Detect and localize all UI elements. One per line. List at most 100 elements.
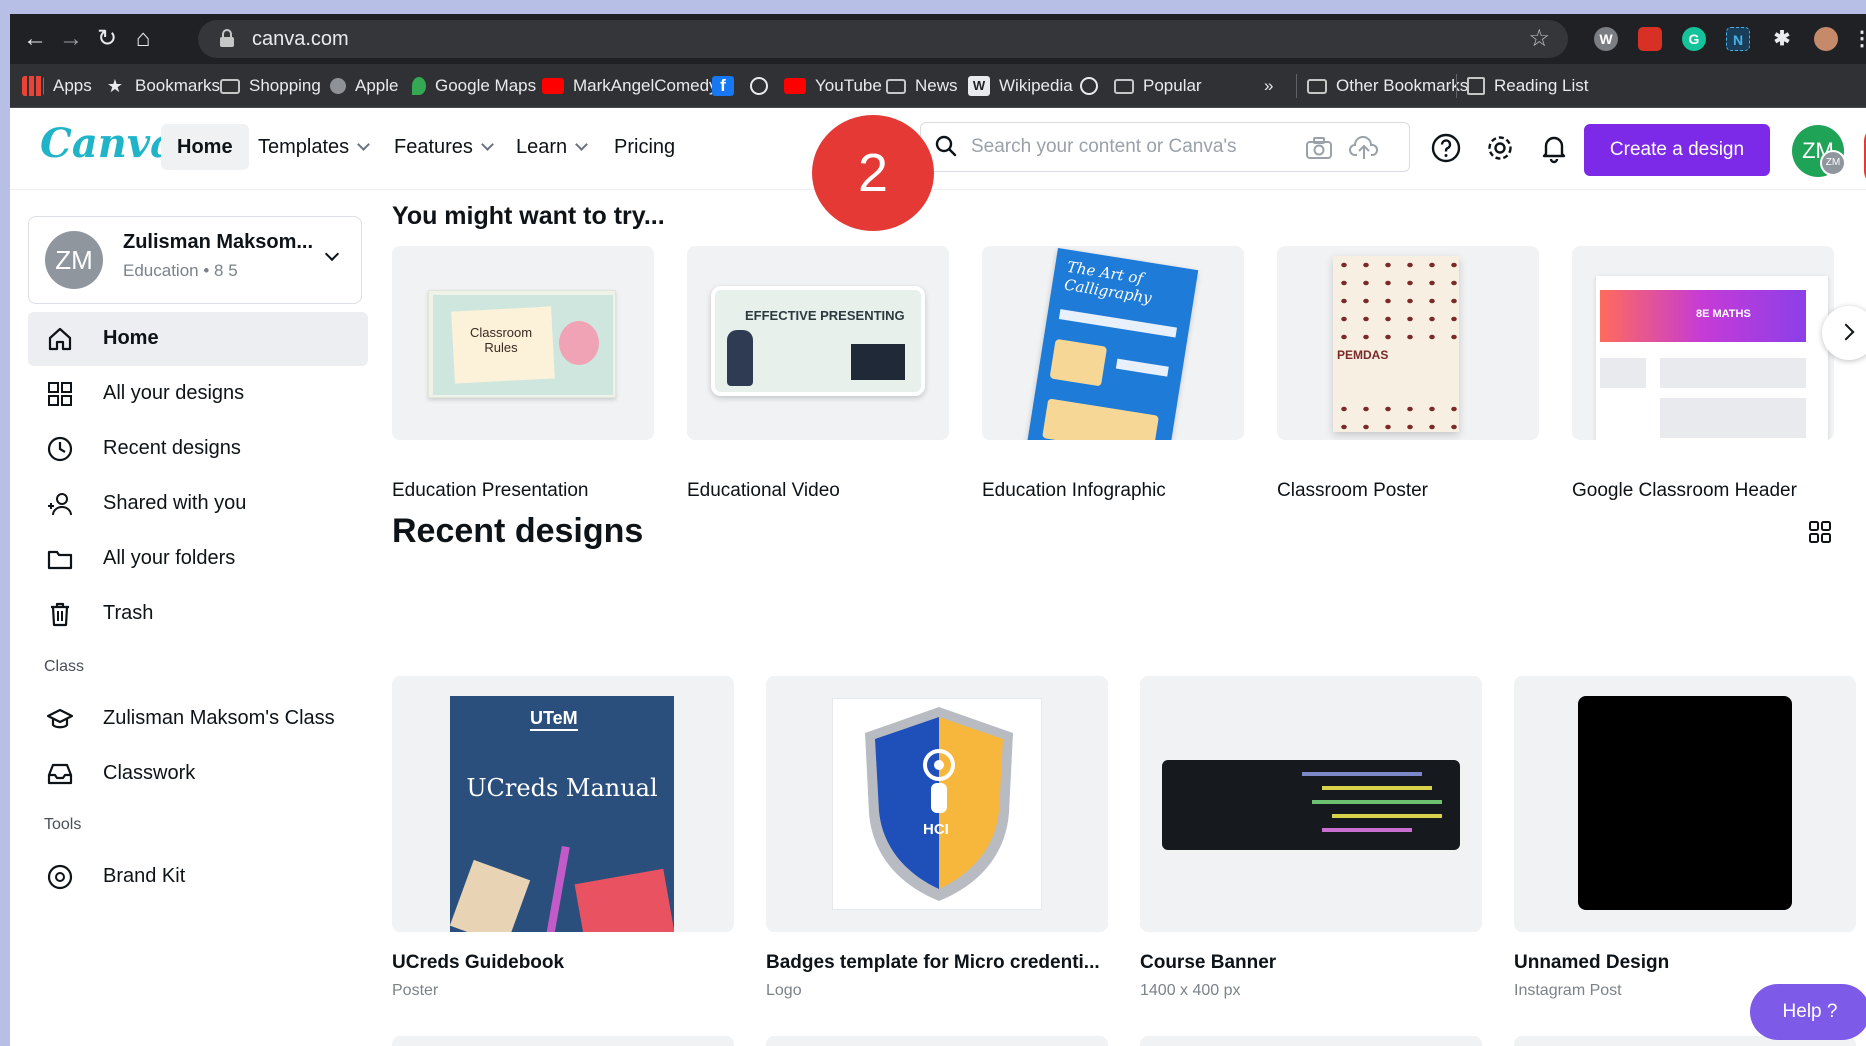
canva-logo[interactable]: Canva: [40, 120, 176, 167]
team-subtitle: Education • 8 5: [123, 261, 238, 280]
thumbnail-text: PEMDAS: [1337, 348, 1389, 362]
grid-icon: [48, 382, 72, 406]
sidebar-item-classwork[interactable]: Classwork: [28, 747, 368, 801]
chevron-down-icon: [481, 138, 494, 151]
nav-templates[interactable]: Templates: [242, 124, 384, 170]
upload-cloud-icon[interactable]: [1349, 135, 1379, 161]
design-title[interactable]: UCreds Guidebook: [392, 952, 564, 974]
thumbnail-text: HCI: [923, 821, 949, 838]
thumbnail-figure: [727, 330, 753, 386]
sidebar-section-tools: Tools: [44, 816, 82, 833]
team-switcher[interactable]: ZM Zulisman Maksom... Education • 8 5: [28, 216, 362, 304]
bookmark-globe-2[interactable]: [1080, 74, 1107, 98]
bookmark-facebook[interactable]: f: [712, 74, 743, 98]
bookmark-google-maps[interactable]: Google Maps: [412, 74, 536, 98]
design-title[interactable]: Course Banner: [1140, 952, 1276, 974]
thumbnail-text: Classroom Rules: [469, 325, 533, 355]
thumbnail: HCI: [832, 698, 1042, 910]
sidebar-item-shared[interactable]: Shared with you: [28, 477, 368, 531]
template-label: Educational Video: [687, 480, 840, 501]
template-label: Classroom Poster: [1277, 480, 1428, 501]
sidebar-item-all-designs[interactable]: All your designs: [28, 367, 368, 421]
design-card-ucreds-guidebook[interactable]: UTeM UCreds Manual: [392, 676, 734, 932]
bookmark-bookmarks[interactable]: ★ Bookmarks: [104, 74, 220, 98]
nav-pricing[interactable]: Pricing: [598, 124, 691, 170]
home-icon[interactable]: ⌂: [128, 24, 158, 54]
thumbnail: The Art of Calligraphy: [1023, 248, 1199, 440]
design-card-badges-template[interactable]: HCI: [766, 676, 1108, 932]
inbox-icon: [47, 763, 73, 785]
apple-icon: [330, 78, 346, 94]
sidebar-item-class[interactable]: Zulisman Maksom's Class: [28, 692, 368, 746]
design-title[interactable]: Badges template for Micro credenti...: [766, 952, 1100, 974]
grammarly-extension-icon[interactable]: G: [1682, 27, 1706, 51]
camera-icon[interactable]: [1305, 136, 1333, 160]
team-avatar: ZM: [45, 231, 103, 289]
template-label: Education Infographic: [982, 480, 1166, 501]
thumbnail-text: The Art of Calligraphy: [1062, 257, 1153, 308]
search-input[interactable]: [971, 133, 1301, 161]
bookmark-apple[interactable]: Apple: [330, 74, 398, 98]
help-icon[interactable]: [1430, 132, 1462, 164]
sidebar-item-home[interactable]: Home: [28, 312, 368, 366]
forward-icon[interactable]: →: [56, 24, 86, 54]
bell-icon[interactable]: [1538, 132, 1570, 164]
bookmark-youtube[interactable]: YouTube: [784, 74, 882, 98]
graduation-cap-icon: [46, 708, 74, 729]
main-content: You might want to try... Classroom Rules…: [382, 190, 1866, 1046]
address-bar[interactable]: canva.com ☆: [198, 20, 1568, 58]
back-icon[interactable]: ←: [20, 24, 50, 54]
lock-icon: [220, 29, 234, 47]
home-icon: [48, 327, 72, 351]
create-design-button[interactable]: Create a design: [1584, 124, 1770, 176]
browser-toolbar: ← → ↻ ⌂ canva.com ☆ W G N ✱ ⋮: [10, 14, 1866, 64]
profile-icon[interactable]: [1814, 27, 1838, 51]
section-title-try: You might want to try...: [392, 202, 665, 230]
design-card-unnamed-design[interactable]: [1514, 676, 1856, 932]
nav-features[interactable]: Features: [378, 124, 508, 170]
notion-extension-icon[interactable]: N: [1726, 27, 1750, 51]
bookmark-globe[interactable]: [750, 74, 777, 98]
bookmark-news[interactable]: News: [886, 74, 958, 98]
section-title-recent: Recent designs: [392, 512, 644, 550]
template-card-educational-video[interactable]: EFFECTIVE PRESENTING: [687, 246, 949, 440]
template-card-classroom-poster[interactable]: PEMDAS: [1277, 246, 1539, 440]
help-button[interactable]: Help ?: [1750, 984, 1866, 1040]
grid-view-icon[interactable]: [1808, 520, 1832, 544]
design-card-course-banner[interactable]: [1140, 676, 1482, 932]
bookmark-popular[interactable]: Popular: [1114, 74, 1202, 98]
template-card-education-presentation[interactable]: Classroom Rules: [392, 246, 654, 440]
bookmark-extension-icon[interactable]: [1638, 27, 1662, 51]
brand-kit-icon: [47, 864, 73, 890]
bookmark-apps[interactable]: Apps: [22, 74, 92, 98]
reading-list-icon: [1467, 77, 1485, 95]
star-icon[interactable]: ☆: [1528, 24, 1550, 53]
bookmark-markangelcomedy[interactable]: MarkAngelComedy: [542, 74, 718, 98]
sidebar-item-folders[interactable]: All your folders: [28, 532, 368, 586]
wordpress-extension-icon[interactable]: W: [1594, 27, 1618, 51]
clock-icon: [47, 436, 73, 462]
menu-icon[interactable]: ⋮: [1850, 27, 1866, 51]
bookmark-wikipedia[interactable]: W Wikipedia: [968, 74, 1073, 98]
facebook-icon: f: [712, 76, 734, 96]
reading-list[interactable]: Reading List: [1456, 74, 1589, 98]
bookmarks-overflow[interactable]: »: [1264, 74, 1273, 98]
sidebar-item-trash[interactable]: Trash: [28, 587, 368, 641]
design-title[interactable]: Unnamed Design: [1514, 952, 1669, 974]
nav-learn[interactable]: Learn: [500, 124, 602, 170]
folder-icon: [47, 550, 73, 570]
other-bookmarks[interactable]: Other Bookmarks: [1296, 74, 1468, 98]
thumbnail: UTeM UCreds Manual: [450, 696, 674, 932]
sidebar-item-recent-designs[interactable]: Recent designs: [28, 422, 368, 476]
gear-icon[interactable]: [1484, 132, 1516, 164]
bookmark-shopping[interactable]: Shopping: [220, 74, 321, 98]
puzzle-icon[interactable]: ✱: [1770, 27, 1794, 51]
youtube-icon: [784, 78, 806, 94]
sidebar-item-brand-kit[interactable]: Brand Kit: [28, 850, 368, 904]
template-card-education-infographic[interactable]: The Art of Calligraphy: [982, 246, 1244, 440]
template-card-google-classroom-header[interactable]: 8E MATHS: [1572, 246, 1834, 440]
reload-icon[interactable]: ↻: [92, 24, 122, 54]
nav-home[interactable]: Home: [161, 124, 249, 170]
design-card-placeholder: [766, 1036, 1108, 1046]
shield-icon: [865, 707, 1013, 901]
